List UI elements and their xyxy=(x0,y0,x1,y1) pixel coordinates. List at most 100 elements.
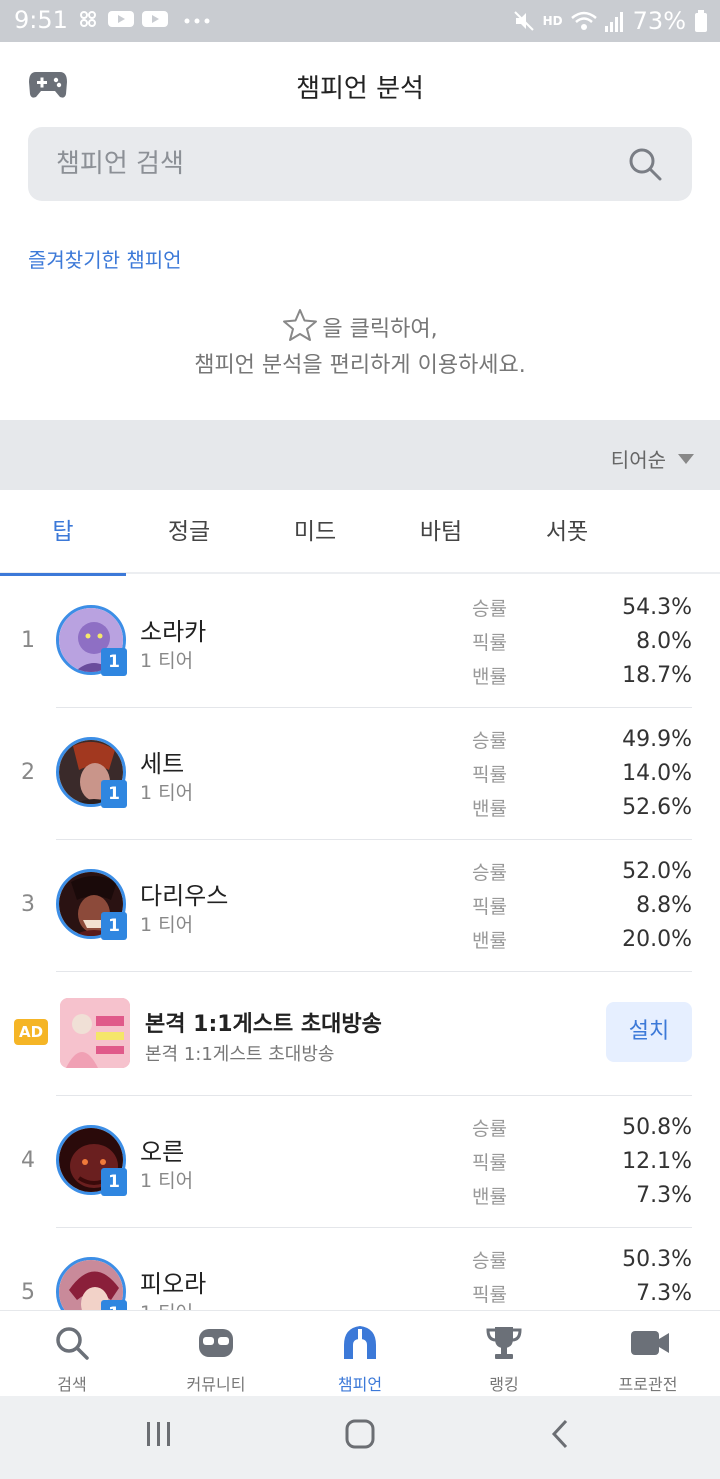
ban-rate-label: 밴률 xyxy=(472,929,507,952)
sort-dropdown[interactable]: 티어순 xyxy=(611,444,694,473)
win-rate-value: 50.3% xyxy=(622,1246,692,1272)
win-rate-label: 승률 xyxy=(472,861,507,884)
sort-bar: 티어순 xyxy=(0,420,720,490)
pick-rate-label: 픽률 xyxy=(472,763,507,786)
win-rate-value: 50.8% xyxy=(622,1114,692,1140)
nav-pro-spectate[interactable]: 프로관전 xyxy=(576,1311,720,1397)
pick-rate-label: 픽률 xyxy=(472,1151,507,1174)
pick-rate-value: 8.0% xyxy=(636,628,692,654)
favorites-hint-line2: 챔피언 분석을 편리하게 이용하세요. xyxy=(194,353,526,378)
tab-bottom[interactable]: 바텀 xyxy=(378,490,504,574)
video-camera-icon xyxy=(631,1331,669,1355)
ad-badge: AD xyxy=(14,1019,48,1045)
system-navigation-bar xyxy=(0,1396,720,1479)
champion-row[interactable]: 5 1 피오라 1 티어 승률 50.3% 픽률 7.3% xyxy=(0,1228,720,1310)
win-rate-label: 승률 xyxy=(472,1249,507,1272)
back-icon[interactable] xyxy=(548,1418,574,1450)
nav-label: 챔피언 xyxy=(337,1375,383,1394)
ban-rate-label: 밴률 xyxy=(472,665,507,688)
nav-label: 프로관전 xyxy=(618,1375,678,1394)
ban-rate-label: 밴률 xyxy=(472,1185,507,1208)
champion-rank: 4 xyxy=(21,1148,35,1173)
champion-row[interactable]: 1 1 소라카 1 티어 승률 54.3% 픽률 8.0% 밴률 18.7% xyxy=(0,576,720,708)
pick-rate-value: 14.0% xyxy=(622,760,692,786)
nav-search[interactable]: 검색 xyxy=(0,1311,144,1397)
status-bar: 9:51 HD 73% xyxy=(0,0,720,42)
win-rate-value: 52.0% xyxy=(622,858,692,884)
champion-rank: 2 xyxy=(21,760,35,785)
champion-rank: 1 xyxy=(21,628,35,653)
youtube-icon xyxy=(142,11,168,27)
champion-tier: 1 티어 xyxy=(140,914,194,936)
champion-row[interactable]: 2 1 세트 1 티어 승률 49.9% 픽률 14.0% 밴률 52.6% xyxy=(0,708,720,840)
recent-apps-icon[interactable] xyxy=(144,1418,174,1450)
tier-badge: 1 xyxy=(101,912,127,940)
ad-title: 본격 1:1게스트 초대방송 xyxy=(145,1012,382,1037)
search-bar xyxy=(28,127,692,201)
trophy-icon xyxy=(486,1327,522,1359)
pick-rate-value: 7.3% xyxy=(636,1280,692,1306)
tier-badge: 1 xyxy=(101,1168,127,1196)
sort-label: 티어순 xyxy=(610,448,666,472)
champion-tier: 1 티어 xyxy=(140,1298,193,1310)
app-header: 챔피언 분석 xyxy=(0,42,720,128)
tab-top[interactable]: 탑 xyxy=(0,490,126,576)
favorites-hint-line1: 을 클릭하여, xyxy=(322,317,438,342)
ad-banner[interactable]: AD 본격 1:1게스트 초대방송 본격 1:1게스트 초대방송 설치 xyxy=(0,968,720,1096)
pick-rate-value: 12.1% xyxy=(622,1148,692,1174)
wifi-icon xyxy=(570,11,597,30)
champion-row[interactable]: 4 1 오른 1 티어 승률 50.8% 픽률 12.1% 밴률 7.3% xyxy=(0,1096,720,1228)
youtube-icon xyxy=(108,11,134,27)
battery-percent: 73% xyxy=(632,7,686,35)
star-outline-icon xyxy=(283,309,318,341)
champion-name: 피오라 xyxy=(140,1270,207,1298)
champion-name: 세트 xyxy=(140,750,185,778)
pick-rate-label: 픽률 xyxy=(472,631,507,654)
mute-icon xyxy=(513,11,534,31)
tab-support[interactable]: 서폿 xyxy=(504,490,630,574)
ad-thumbnail xyxy=(60,998,130,1068)
app-notification-icon xyxy=(80,11,96,27)
win-rate-value: 54.3% xyxy=(622,594,692,620)
champion-tier: 1 티어 xyxy=(140,650,194,672)
champion-tier: 1 티어 xyxy=(140,782,194,804)
search-input[interactable] xyxy=(56,127,616,201)
search-icon[interactable] xyxy=(628,147,662,181)
champion-name: 다리우스 xyxy=(140,882,229,910)
champion-helmet-icon xyxy=(344,1326,376,1359)
favorites-hint: 을 클릭하여, 챔피언 분석을 편리하게 이용하세요. xyxy=(0,308,720,384)
tier-badge: 1 xyxy=(101,1300,127,1310)
favorites-title: 즐겨찾기한 챔피언 xyxy=(28,248,182,272)
champion-stats: 승률 52.0% 픽률 8.8% 밴률 20.0% xyxy=(472,854,692,956)
champion-row[interactable]: 3 1 다리우스 1 티어 승률 52.0% 픽률 8.8% 밴률 20.0% xyxy=(0,840,720,972)
win-rate-label: 승률 xyxy=(472,729,507,752)
nav-champion[interactable]: 챔피언 xyxy=(288,1311,432,1397)
win-rate-label: 승률 xyxy=(472,1117,507,1140)
tab-jungle[interactable]: 정글 xyxy=(126,490,252,574)
position-tabs: 탑 정글 미드 바텀 서폿 xyxy=(0,490,720,576)
nav-ranking[interactable]: 랭킹 xyxy=(432,1311,576,1397)
ban-rate-value: 18.7% xyxy=(622,662,692,688)
ban-rate-label: 밴률 xyxy=(472,797,507,820)
page-title: 챔피언 분석 xyxy=(296,74,424,104)
install-button[interactable]: 설치 xyxy=(606,1002,692,1062)
champion-name: 소라카 xyxy=(140,618,207,646)
more-icon xyxy=(184,18,210,24)
pick-rate-value: 8.8% xyxy=(636,892,692,918)
pick-rate-label: 픽률 xyxy=(472,895,507,918)
tier-badge: 1 xyxy=(101,648,127,676)
champion-list: 1 1 소라카 1 티어 승률 54.3% 픽률 8.0% 밴률 18.7% 2 1 … xyxy=(0,576,720,1310)
home-icon[interactable] xyxy=(344,1418,376,1450)
win-rate-value: 49.9% xyxy=(622,726,692,752)
champion-stats: 승률 49.9% 픽률 14.0% 밴률 52.6% xyxy=(472,722,692,824)
win-rate-label: 승률 xyxy=(472,597,507,620)
champion-tier: 1 티어 xyxy=(140,1170,194,1192)
tab-mid[interactable]: 미드 xyxy=(252,490,378,574)
nav-community[interactable]: 커뮤니티 xyxy=(144,1311,288,1397)
status-time: 9:51 xyxy=(14,6,68,34)
champion-rank: 3 xyxy=(21,892,35,917)
caret-down-icon xyxy=(678,453,694,464)
tier-badge: 1 xyxy=(101,780,127,808)
ban-rate-value: 52.6% xyxy=(622,794,692,820)
ad-subtitle: 본격 1:1게스트 초대방송 xyxy=(145,1044,335,1065)
